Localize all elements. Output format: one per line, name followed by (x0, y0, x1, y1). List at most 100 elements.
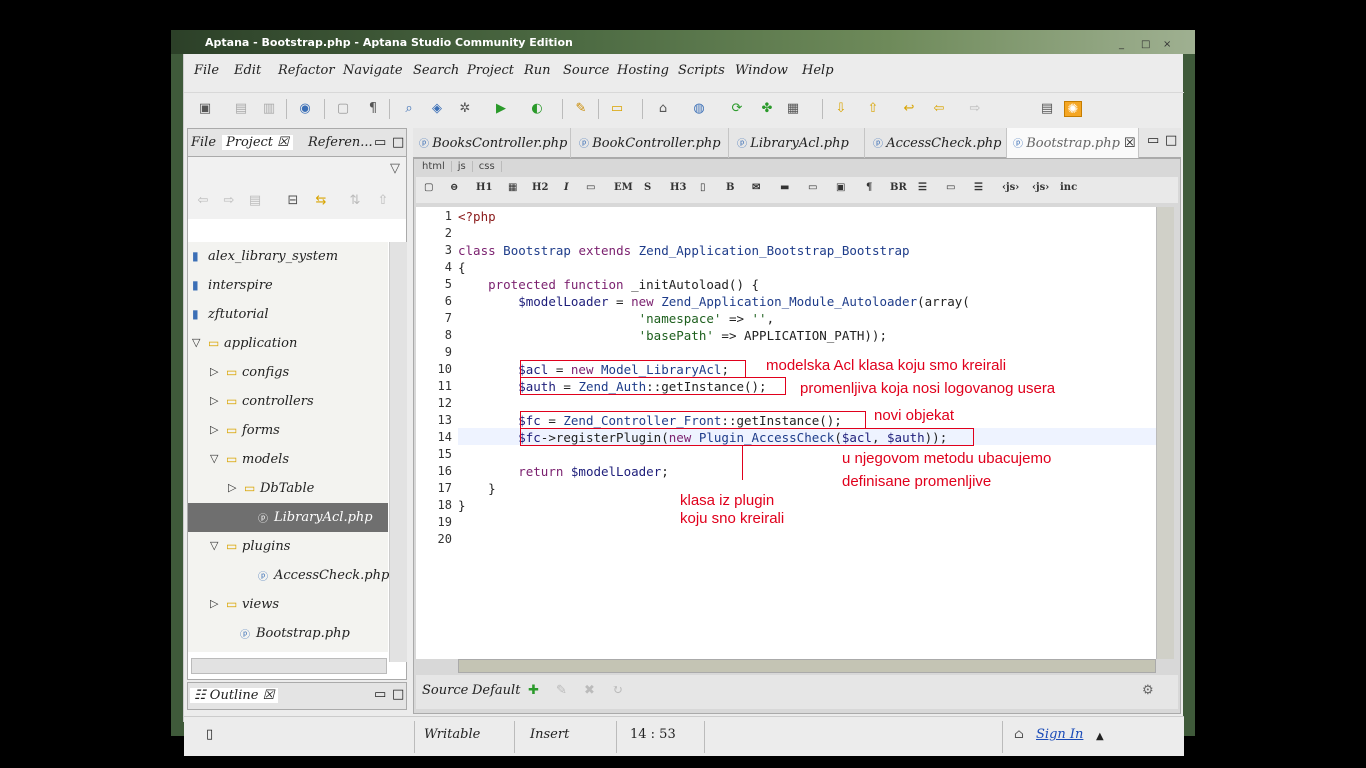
unordered-list-icon[interactable]: ☰ (974, 182, 983, 193)
tab-accesscheck[interactable]: ⓟ AccessCheck.php (865, 128, 1007, 158)
prev-annotation-icon[interactable]: ⇧ (864, 101, 882, 117)
link-editor-icon[interactable]: ⇆ (312, 193, 330, 209)
doc-icon[interactable]: ▯ (700, 182, 706, 193)
tab-libraryacl[interactable]: ⓟ LibraryAcl.php (729, 128, 865, 158)
link-icon[interactable]: ⊖ (450, 182, 458, 193)
up-folder-icon[interactable]: ▤ (246, 193, 264, 209)
search-icon[interactable]: ⌕ (400, 101, 418, 117)
delete-icon[interactable]: ✖ (584, 683, 595, 698)
debug-icon[interactable]: ✲ (456, 101, 474, 117)
aptana-perspective-icon[interactable]: ✺ (1064, 101, 1082, 117)
filter-icon[interactable]: ⇅ (346, 193, 364, 209)
open-folder-icon[interactable]: ▭ (608, 101, 626, 117)
menu-search[interactable]: Search (413, 63, 459, 78)
close-icon[interactable]: × (1163, 39, 1171, 50)
back-icon[interactable]: ⇦ (930, 101, 948, 117)
expanded-arrow-icon[interactable]: ▽ (192, 336, 200, 349)
block-icon[interactable]: ▢ (334, 101, 352, 117)
code-editor[interactable]: 1 2 3 4 5 6 7 8 9 10 11 12 13 14 15 16 17 18 19 20 <?php cl… (416, 207, 1156, 659)
tree-item[interactable]: ▷ ▭ configs (188, 358, 388, 387)
strike-button[interactable]: S (644, 182, 651, 193)
menu-window[interactable]: Window (735, 63, 788, 78)
menu-file[interactable]: File (194, 63, 219, 78)
refresh-icon[interactable]: ↻ (612, 683, 623, 698)
tab-default[interactable]: Default (472, 683, 520, 698)
tab-project[interactable]: Project ☒ (222, 135, 293, 150)
collapsed-arrow-icon[interactable]: ▷ (210, 394, 218, 407)
italic-button[interactable]: I (564, 182, 569, 193)
sign-in-link[interactable]: Sign In (1036, 727, 1083, 742)
tree-item[interactable]: ⓟ Bootstrap.php (188, 619, 388, 648)
save-icon[interactable]: ▤ (232, 101, 250, 117)
menu-help[interactable]: Help (802, 63, 834, 78)
wand-icon[interactable]: ✎ (572, 101, 590, 117)
maximize-editor-icon[interactable]: □ (1165, 133, 1177, 148)
publish-icon[interactable]: ◉ (296, 101, 314, 117)
minimize-editor-icon[interactable]: ▭ (1147, 133, 1159, 148)
tree-item[interactable]: ⓟ AccessCheck.php (188, 561, 389, 590)
pilcrow-icon[interactable]: ¶ (364, 101, 382, 117)
maximize-view-icon[interactable]: □ (392, 135, 404, 150)
em-button[interactable]: EM (614, 182, 633, 193)
td-icon[interactable]: ▭ (808, 182, 817, 193)
tab-references[interactable]: Referen... (308, 135, 373, 150)
tree-item[interactable]: ▽ ▭ models (188, 445, 388, 474)
list-item-icon[interactable]: ▭ (586, 182, 595, 193)
new-icon[interactable]: ▣ (196, 101, 214, 117)
add-icon[interactable]: ✚ (528, 683, 539, 698)
tab-file[interactable]: File (191, 135, 216, 150)
minimize-icon[interactable]: _ (1119, 39, 1124, 50)
subtab-html[interactable]: html (416, 161, 452, 172)
expand-icon[interactable]: ▲ (1096, 731, 1104, 742)
menu-hosting[interactable]: Hosting (617, 63, 669, 78)
menu-edit[interactable]: Edit (234, 63, 261, 78)
window-icon[interactable]: ▦ (784, 101, 802, 117)
collapsed-arrow-icon[interactable]: ▷ (228, 481, 236, 494)
expanded-arrow-icon[interactable]: ▽ (210, 539, 218, 552)
maximize-icon[interactable]: □ (1141, 39, 1150, 50)
block-icon[interactable]: ▢ (424, 182, 433, 193)
collapsed-arrow-icon[interactable]: ▷ (210, 423, 218, 436)
tab-bootstrap[interactable]: ⓟ Bootstrap.php ☒ (1007, 128, 1139, 158)
tree-item[interactable]: ▷ ▭ forms (188, 416, 388, 445)
ordered-list-icon[interactable]: ☰ (918, 182, 927, 193)
tree-item[interactable]: ▮ zftutorial (188, 300, 388, 329)
view-menu-icon[interactable]: ▽ (386, 161, 404, 177)
next-annotation-icon[interactable]: ⇩ (832, 101, 850, 117)
include-icon[interactable]: inc (1060, 182, 1077, 193)
back-nav-icon[interactable]: ⇦ (194, 193, 212, 209)
open-perspective-icon[interactable]: ▤ (1038, 101, 1056, 117)
editor-vertical-scrollbar[interactable] (1156, 207, 1174, 659)
collapse-all-icon[interactable]: ⊟ (284, 193, 302, 209)
menu-scripts[interactable]: Scripts (678, 63, 725, 78)
tab-source[interactable]: Source (422, 683, 468, 698)
tab-bookcontroller[interactable]: ⓟ BookController.php (571, 128, 729, 158)
tree-item[interactable]: ▽ ▭ plugins (188, 532, 388, 561)
script-icon[interactable]: ‹js› (1002, 182, 1019, 193)
script-src-icon[interactable]: ‹js› (1032, 182, 1049, 193)
collapsed-arrow-icon[interactable]: ▷ (210, 365, 218, 378)
tree-item[interactable]: ▮ interspire (188, 271, 388, 300)
table-icon[interactable]: ▬ (780, 182, 789, 193)
h1-button[interactable]: H1 (476, 182, 492, 193)
mail-icon[interactable]: ✉ (752, 182, 760, 193)
print-icon[interactable]: ▥ (260, 101, 278, 117)
tab-outline[interactable]: ☷ Outline ☒ (190, 688, 279, 703)
maximize-outline-icon[interactable]: □ (392, 687, 404, 702)
subtab-js[interactable]: js (452, 161, 473, 172)
tree-vertical-scrollbar[interactable] (389, 242, 407, 662)
bold-button[interactable]: B (726, 182, 734, 193)
tree-horizontal-scrollbar[interactable] (191, 658, 387, 674)
globe-icon[interactable]: ◍ (690, 101, 708, 117)
editor-horizontal-scrollbar[interactable] (458, 659, 1156, 673)
restore-view-icon[interactable]: ▭ (374, 687, 386, 702)
br-button[interactable]: BR (890, 182, 907, 193)
run-icon[interactable]: ▶ (492, 101, 510, 117)
sync-icon[interactable]: ⟳ (728, 101, 746, 117)
puzzle-icon[interactable]: ✤ (758, 101, 776, 117)
home-icon[interactable]: ⌂ (654, 101, 672, 117)
forward-icon[interactable]: ⇨ (966, 101, 984, 117)
menu-project[interactable]: Project (467, 63, 514, 78)
tree-item[interactable]: ⓟ LibraryAcl.php (188, 503, 388, 532)
h3-button[interactable]: H3 (670, 182, 686, 193)
